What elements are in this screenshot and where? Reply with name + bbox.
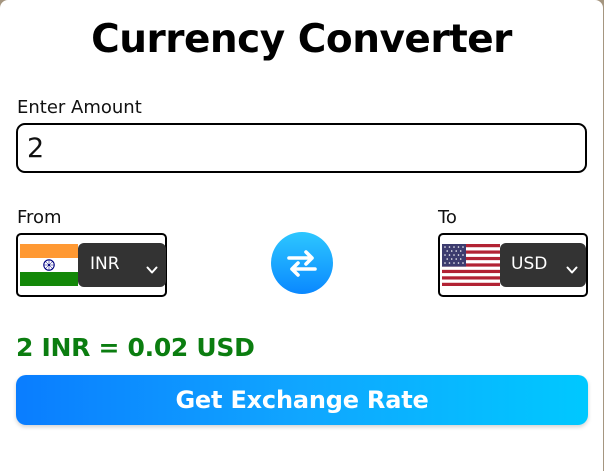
from-currency-value: INR — [90, 254, 120, 274]
to-currency-box: USD — [438, 233, 588, 297]
page-title: Currency Converter — [91, 17, 512, 62]
converter-card: Currency Converter Enter Amount From To — [0, 0, 603, 471]
get-exchange-rate-button[interactable]: Get Exchange Rate — [16, 375, 588, 425]
chevron-down-icon — [566, 260, 578, 279]
amount-input[interactable] — [16, 123, 587, 173]
amount-label: Enter Amount — [17, 97, 142, 118]
to-label: To — [438, 207, 457, 228]
chevron-down-icon — [146, 260, 158, 279]
from-currency-box: INR — [16, 233, 167, 297]
usa-flag-icon — [442, 244, 500, 286]
from-currency-select[interactable]: INR — [78, 243, 166, 287]
swap-currencies-button[interactable] — [271, 232, 333, 294]
swap-arrows-icon — [287, 250, 317, 277]
to-currency-value: USD — [511, 254, 548, 274]
conversion-result: 2 INR = 0.02 USD — [16, 333, 255, 362]
from-label: From — [17, 207, 62, 228]
to-currency-select[interactable]: USD — [500, 243, 586, 287]
india-flag-icon — [20, 244, 78, 286]
